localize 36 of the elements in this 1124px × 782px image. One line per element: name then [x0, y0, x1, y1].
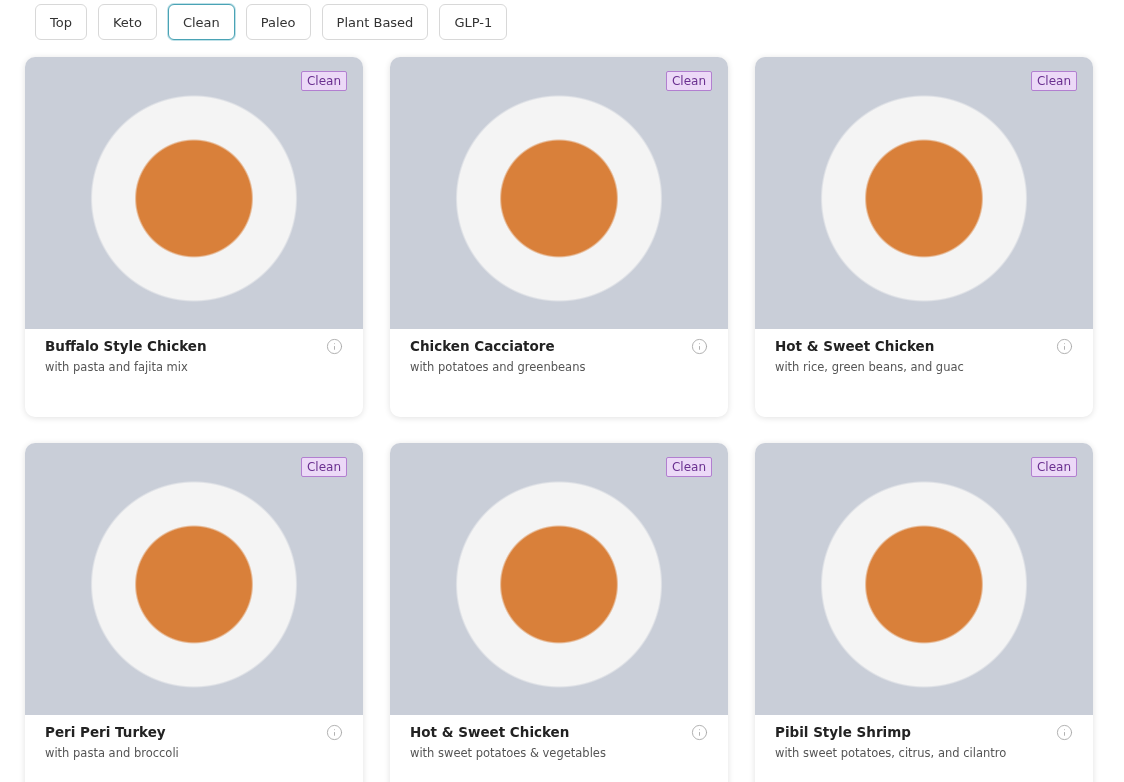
diet-tag: Clean	[1030, 457, 1077, 477]
meal-card[interactable]: Clean Peri Peri Turkey with pasta and broccoli	[25, 443, 363, 782]
info-icon[interactable]	[1056, 338, 1073, 355]
meal-card[interactable]: Clean Chicken Cacciatore with potatoes and greenbeans	[390, 57, 728, 417]
filter-tab[interactable]: GLP-1	[439, 4, 508, 40]
meal-card[interactable]: Clean Hot & Sweet Chicken with sweet potatoes & vegetables	[390, 443, 728, 782]
diet-tag: Clean	[665, 457, 712, 477]
filter-tab[interactable]: Top	[35, 4, 87, 40]
meal-description: with pasta and fajita mix	[45, 360, 189, 374]
info-icon[interactable]	[1056, 724, 1073, 741]
meal-description: with pasta and broccoli	[45, 746, 180, 760]
meal-name: Hot & Sweet Chicken	[775, 338, 936, 355]
filter-tab[interactable]: Keto	[97, 4, 157, 40]
meal-card[interactable]: Clean Hot & Sweet Chicken with rice, green beans, and guac	[755, 57, 1093, 417]
meal-description: with sweet potatoes, citrus, and cilantro	[775, 746, 1008, 760]
meal-name: Pibil Style Shrimp	[775, 724, 912, 741]
diet-tag: Clean	[1030, 71, 1077, 91]
info-icon[interactable]	[326, 338, 343, 355]
diet-tag: Clean	[300, 457, 347, 477]
meal-name: Hot & Sweet Chicken	[410, 724, 571, 741]
meal-card[interactable]: Clean Pibil Style Shrimp with sweet potatoes, citrus, and cilantro	[755, 443, 1093, 782]
info-icon[interactable]	[691, 724, 708, 741]
info-icon[interactable]	[691, 338, 708, 355]
meal-card[interactable]: Clean Buffalo Style Chicken with pasta and fajita mix	[25, 57, 363, 417]
filter-tab[interactable]: Clean	[167, 4, 235, 40]
diet-tag: Clean	[300, 71, 347, 91]
filter-tab[interactable]: Plant Based	[321, 4, 429, 40]
diet-tag: Clean	[665, 71, 712, 91]
meal-name: Chicken Cacciatore	[410, 338, 556, 355]
meal-name: Peri Peri Turkey	[45, 724, 167, 741]
meal-name: Buffalo Style Chicken	[45, 338, 208, 355]
meal-description: with rice, green beans, and guac	[775, 360, 965, 374]
info-icon[interactable]	[326, 724, 343, 741]
meal-description: with potatoes and greenbeans	[410, 360, 587, 374]
filter-tab[interactable]: Paleo	[245, 4, 311, 40]
meal-description: with sweet potatoes & vegetables	[410, 746, 607, 760]
